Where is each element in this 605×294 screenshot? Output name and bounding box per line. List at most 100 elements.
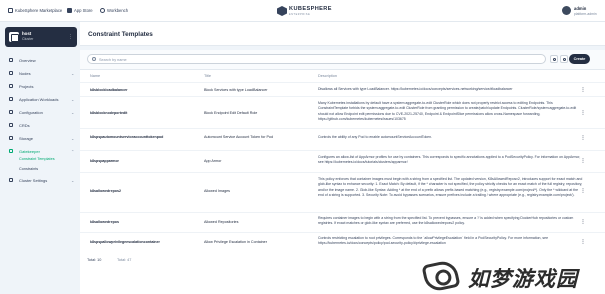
row-description: Controls restricting escalation to root … (318, 236, 549, 246)
column-header-title: Title (204, 74, 212, 78)
more-icon[interactable]: ⋮ (580, 135, 586, 143)
row-name[interactable]: k8sblocknodeportedit (90, 111, 127, 115)
logo-text: KUBESPHERE (289, 6, 332, 12)
table-row[interactable]: k8sallowedrepos2 Allowed Images This pol… (80, 172, 605, 212)
sidebar-item-label: Application Workloads (19, 97, 59, 102)
row-title: Allowed Repositories (204, 220, 239, 224)
total-count: Total: 47 (117, 258, 132, 262)
chevron-down-icon: ⌄ (71, 70, 75, 76)
sidebar-subitem-constraint-templates[interactable]: Constraint Templates (19, 157, 55, 161)
sidebar-item-configuration[interactable]: Configuration ⌄ (0, 107, 80, 117)
table-row[interactable]: k8spspapparmor App Armor Configures an a… (80, 150, 605, 172)
more-icon[interactable]: ⋮ (580, 158, 586, 166)
row-name[interactable]: k8spspallowprivilegeescalationcontainer (90, 240, 160, 244)
user-name: admin (574, 6, 587, 11)
toolbar: Create (80, 50, 605, 70)
switch-icon: ⋮ (68, 34, 73, 40)
sidebar-item-label: Configuration (19, 110, 43, 115)
sidebar-item-nodes[interactable]: Nodes ⌄ (0, 68, 80, 78)
sidebar-subitem-constraints[interactable]: Constraints (19, 167, 38, 171)
marketplace-link[interactable]: KubeSphere Marketplace (8, 6, 62, 14)
table-row[interactable]: k8sblocknodeportedit Block Endpoint Edit… (80, 96, 605, 128)
cluster-icon (9, 32, 19, 42)
column-header-description: Description (318, 74, 337, 78)
cluster-selector[interactable]: host Cluster ⋮ (5, 27, 77, 47)
search-icon (92, 57, 96, 62)
row-name[interactable]: k8sallowedrepos2 (90, 189, 121, 193)
row-title: Block Endpoint Edit Default Role (204, 111, 258, 115)
row-title: Automount Service Account Token for Pod (204, 135, 274, 139)
more-icon[interactable]: ⋮ (580, 87, 586, 95)
refresh-button[interactable] (550, 55, 558, 63)
row-description: Controls the ability of any Pod to enabl… (318, 135, 433, 139)
sidebar-item-label: Overview (19, 58, 36, 63)
watermark-text: 如梦游戏园 (468, 266, 578, 291)
row-description: Many Kubernetes installations by default… (318, 101, 577, 121)
chevron-up-icon: ⌃ (71, 148, 75, 154)
table-row[interactable]: k8sallowedrepos Allowed Repositories Req… (80, 212, 605, 232)
grid-icon (8, 7, 13, 13)
row-title: Allow Privilege Escalation in Container (204, 240, 267, 244)
chevron-down-icon: ⌄ (71, 96, 75, 102)
table-row[interactable]: k8spspautomountserviceaccounttokenpod Au… (80, 128, 605, 150)
row-name[interactable]: k8sblockloadbalancer (90, 88, 128, 92)
sidebar-item-label: Nodes (19, 71, 31, 76)
sidebar-item-label: CRDs (19, 123, 30, 128)
sidebar-item-overview[interactable]: Overview (0, 55, 80, 65)
kubesphere-logo[interactable]: KUBESPHERE ENTERPRISE (277, 5, 331, 17)
configuration-icon (9, 110, 13, 114)
cluster-name: host (22, 31, 32, 36)
table-row[interactable]: k8sblockloadbalancer Block Services with… (80, 82, 605, 96)
projects-icon (9, 84, 13, 88)
page-header: Constraint Templates (80, 22, 605, 46)
chevron-down-icon: ⌄ (71, 109, 75, 115)
sidebar-item-label: Projects (19, 84, 34, 89)
watermark-logo-icon (421, 258, 461, 294)
user-role: platform-admin (574, 11, 597, 16)
search-box[interactable] (87, 54, 546, 64)
table-row[interactable]: k8spspallowprivilegeescalationcontainer … (80, 232, 605, 252)
chevron-down-icon: ⌄ (71, 135, 75, 141)
user-menu[interactable]: admin platform-admin (562, 5, 604, 17)
row-description: Disallows all Services with type LoadBal… (318, 87, 513, 91)
column-header-name[interactable]: Name (90, 74, 100, 78)
row-name[interactable]: k8spspapparmor (90, 159, 119, 163)
search-input[interactable] (99, 56, 529, 63)
sidebar-item-label: Storage (19, 136, 34, 141)
create-button[interactable]: Create (569, 54, 590, 64)
page-size-select[interactable]: Total: 10 (87, 258, 101, 262)
sidebar-item-projects[interactable]: Projects (0, 81, 80, 91)
overview-icon (9, 58, 13, 62)
row-title: Block Services with type LoadBalancer (204, 88, 268, 92)
sidebar-item-application-workloads[interactable]: Application Workloads ⌄ (0, 94, 80, 104)
marketplace-label: KubeSphere Marketplace (15, 7, 63, 13)
workloads-icon (9, 97, 13, 101)
app-store-link[interactable]: App Store (67, 6, 93, 14)
logo-subtext: ENTERPRISE (289, 12, 311, 16)
row-name[interactable]: k8sallowedrepos (90, 220, 119, 224)
sidebar-item-gatekeeper[interactable]: Gatekeeper ⌃ (0, 146, 80, 156)
nodes-icon (9, 71, 13, 75)
settings-button[interactable] (560, 55, 568, 63)
gear-icon (562, 57, 566, 61)
top-bar: KubeSphere Marketplace App Store Workben… (0, 0, 605, 22)
cluster-type: Cluster (22, 37, 34, 41)
sidebar-item-storage[interactable]: Storage ⌄ (0, 133, 80, 143)
wrench-icon (100, 7, 105, 13)
chevron-down-icon: ⌄ (71, 177, 75, 183)
more-icon[interactable]: ⋮ (580, 110, 586, 118)
more-icon[interactable]: ⋮ (580, 219, 586, 227)
workbench-link[interactable]: Workbench (100, 6, 128, 14)
storage-icon (9, 136, 13, 140)
sidebar-item-cluster-settings[interactable]: Cluster Settings ⌄ (0, 175, 80, 185)
workbench-label: Workbench (107, 7, 129, 13)
refresh-icon (552, 57, 556, 61)
crds-icon (9, 123, 13, 127)
sidebar-item-crds[interactable]: CRDs (0, 120, 80, 130)
row-name[interactable]: k8spspautomountserviceaccounttokenpod (90, 135, 163, 139)
bag-icon (67, 7, 72, 13)
gatekeeper-icon (9, 149, 13, 153)
settings-icon (9, 178, 13, 182)
more-icon[interactable]: ⋮ (580, 188, 586, 196)
more-icon[interactable]: ⋮ (580, 239, 586, 247)
